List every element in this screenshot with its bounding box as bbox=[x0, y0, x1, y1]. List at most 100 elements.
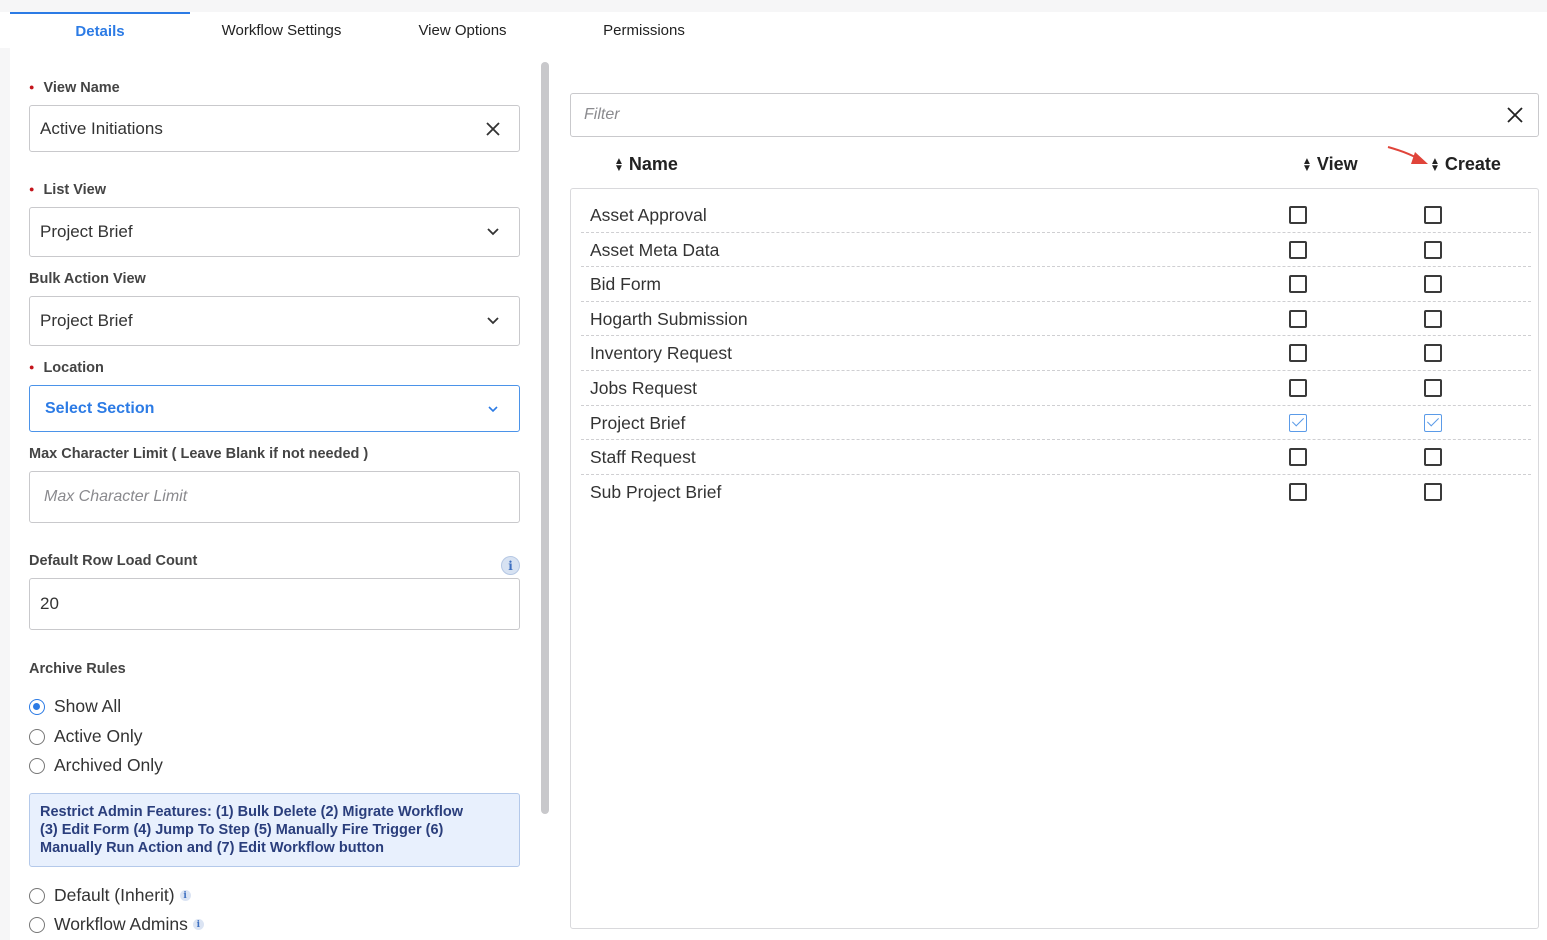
info-icon[interactable]: i bbox=[192, 919, 204, 930]
chevron-down-icon bbox=[483, 222, 503, 242]
row-name: Project Brief bbox=[590, 412, 686, 433]
column-header-create[interactable]: ▲ ▼ Create bbox=[1430, 154, 1501, 175]
max-char-label: Max Character Limit ( Leave Blank if not… bbox=[29, 446, 369, 462]
view-checkbox[interactable] bbox=[1289, 482, 1307, 501]
chevron-down-icon bbox=[483, 399, 503, 419]
row-name: Bid Form bbox=[590, 274, 661, 295]
view-checkbox[interactable] bbox=[1289, 448, 1307, 467]
clear-icon[interactable] bbox=[483, 119, 503, 139]
create-checkbox-checked[interactable] bbox=[1424, 413, 1442, 432]
view-checkbox[interactable] bbox=[1289, 379, 1307, 397]
filter-placeholder: Filter bbox=[584, 106, 620, 123]
create-checkbox[interactable] bbox=[1424, 309, 1442, 328]
permissions-table: Asset Approval Asset Meta Data Bid Form … bbox=[570, 188, 1539, 929]
notice-line: Restrict Admin Features: (1) Bulk Delete… bbox=[40, 804, 463, 820]
filter-input[interactable]: Filter bbox=[570, 93, 1539, 137]
view-checkbox[interactable] bbox=[1289, 206, 1307, 224]
max-char-input[interactable]: Max Character Limit bbox=[29, 471, 520, 523]
default-row-value: 20 bbox=[40, 594, 59, 613]
create-checkbox[interactable] bbox=[1424, 482, 1442, 501]
radio-label: Active Only bbox=[54, 726, 143, 746]
view-checkbox-checked[interactable] bbox=[1289, 413, 1307, 432]
tab-bar: Details Workflow Settings View Options P… bbox=[10, 12, 1547, 48]
table-row: Project Brief bbox=[581, 406, 1531, 441]
table-row: Hogarth Submission bbox=[581, 302, 1531, 337]
location-value: Select Section bbox=[45, 399, 155, 417]
table-row: Asset Meta Data bbox=[581, 233, 1531, 268]
list-view-select[interactable]: Project Brief bbox=[29, 207, 520, 257]
scrollbar[interactable] bbox=[541, 62, 549, 814]
max-char-placeholder: Max Character Limit bbox=[44, 488, 188, 505]
sort-icon: ▲ ▼ bbox=[1302, 155, 1312, 174]
radio-default-inherit[interactable]: Default (Inherit) i bbox=[29, 885, 191, 906]
sort-icon: ▲ ▼ bbox=[614, 155, 624, 174]
radio-label: Archived Only bbox=[54, 755, 163, 775]
close-icon[interactable] bbox=[1506, 106, 1526, 126]
column-header-view[interactable]: ▲ ▼ View bbox=[1302, 154, 1358, 175]
info-icon[interactable]: i bbox=[501, 556, 520, 575]
view-name-field[interactable]: Active Initiations bbox=[29, 105, 520, 152]
tab-workflow-settings[interactable]: Workflow Settings bbox=[200, 12, 363, 48]
left-edge-strip bbox=[0, 48, 10, 940]
view-checkbox[interactable] bbox=[1289, 309, 1307, 328]
tab-details[interactable]: Details bbox=[10, 12, 190, 48]
column-label: View bbox=[1316, 154, 1358, 174]
default-row-input[interactable]: 20 bbox=[29, 578, 520, 630]
restrict-admin-notice: Restrict Admin Features: (1) Bulk Delete… bbox=[29, 793, 520, 867]
bulk-action-view-value: Project Brief bbox=[40, 311, 133, 330]
radio-workflow-admins[interactable]: Workflow Admins i bbox=[29, 914, 204, 935]
row-name: Jobs Request bbox=[590, 378, 698, 398]
row-name: Asset Meta Data bbox=[590, 239, 720, 260]
location-label: Location bbox=[29, 360, 103, 376]
bulk-action-view-label: Bulk Action View bbox=[29, 271, 146, 287]
default-row-label: Default Row Load Count bbox=[29, 553, 198, 569]
radio-label: Default (Inherit) bbox=[54, 885, 175, 905]
create-checkbox[interactable] bbox=[1424, 206, 1442, 224]
info-icon[interactable]: i bbox=[179, 890, 191, 901]
radio-label: Workflow Admins bbox=[54, 914, 188, 934]
table-row: Staff Request bbox=[581, 440, 1531, 475]
column-label: Name bbox=[628, 154, 678, 174]
tab-view-options[interactable]: View Options bbox=[400, 12, 525, 48]
column-label: Create bbox=[1444, 154, 1501, 174]
table-row: Sub Project Brief bbox=[581, 475, 1531, 510]
notice-line: (3) Edit Form (4) Jump To Step (5) Manua… bbox=[40, 822, 444, 838]
row-name: Hogarth Submission bbox=[590, 308, 748, 329]
table-row: Asset Approval bbox=[581, 198, 1531, 233]
table-row: Bid Form bbox=[581, 267, 1531, 302]
view-name-label: View Name bbox=[29, 80, 119, 96]
create-checkbox[interactable] bbox=[1424, 379, 1442, 397]
bulk-action-view-select[interactable]: Project Brief bbox=[29, 296, 520, 346]
table-row: Inventory Request bbox=[581, 336, 1531, 371]
create-checkbox[interactable] bbox=[1424, 448, 1442, 467]
view-checkbox[interactable] bbox=[1289, 240, 1307, 259]
row-name: Sub Project Brief bbox=[590, 481, 722, 502]
row-name: Staff Request bbox=[590, 447, 696, 468]
create-checkbox[interactable] bbox=[1424, 275, 1442, 294]
view-name-value: Active Initiations bbox=[40, 118, 163, 138]
row-name: Asset Approval bbox=[590, 205, 707, 225]
top-strip bbox=[0, 0, 1547, 12]
radio-button[interactable] bbox=[29, 698, 45, 715]
column-header-name[interactable]: ▲ ▼ Name bbox=[614, 154, 678, 175]
radio-label: Show All bbox=[54, 696, 122, 716]
table-row: Jobs Request bbox=[581, 371, 1531, 406]
list-view-value: Project Brief bbox=[40, 222, 133, 241]
radio-button[interactable] bbox=[29, 916, 45, 933]
radio-button[interactable] bbox=[29, 757, 45, 774]
view-checkbox[interactable] bbox=[1289, 344, 1307, 363]
notice-line: Manually Run Action and (7) Edit Workflo… bbox=[40, 840, 384, 856]
radio-show-all[interactable]: Show All bbox=[29, 696, 121, 717]
radio-button[interactable] bbox=[29, 728, 45, 745]
annotation-arrow-icon bbox=[1387, 146, 1428, 164]
create-checkbox[interactable] bbox=[1424, 240, 1442, 259]
list-view-label: List View bbox=[29, 182, 106, 198]
view-checkbox[interactable] bbox=[1289, 275, 1307, 294]
tab-permissions[interactable]: Permissions bbox=[585, 12, 703, 48]
row-name: Inventory Request bbox=[590, 343, 733, 364]
radio-archived-only[interactable]: Archived Only bbox=[29, 755, 163, 776]
radio-active-only[interactable]: Active Only bbox=[29, 726, 143, 747]
location-select[interactable]: Select Section bbox=[29, 385, 520, 432]
create-checkbox[interactable] bbox=[1424, 344, 1442, 363]
radio-button[interactable] bbox=[29, 887, 45, 904]
